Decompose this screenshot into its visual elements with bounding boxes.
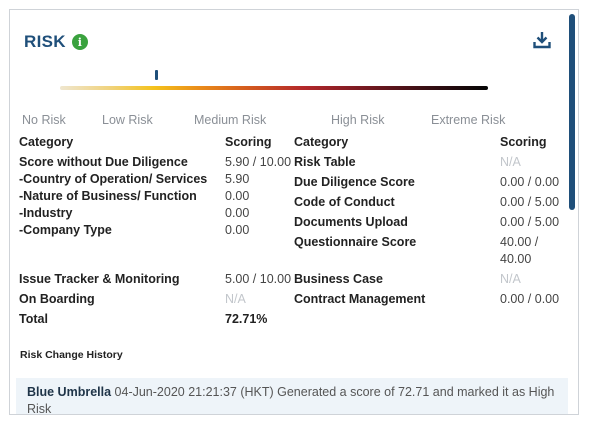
scale-label-medium-risk: Medium Risk bbox=[194, 113, 267, 127]
left-scoring-header: Scoring bbox=[225, 135, 272, 149]
scale-label-low-risk: Low Risk bbox=[102, 113, 153, 127]
row-label-documents-upload: Documents Upload bbox=[294, 215, 408, 229]
row-value-questionnaire: 40.00 / bbox=[500, 235, 539, 249]
row-label-business-case: Business Case bbox=[294, 272, 383, 286]
row-label-company-type: -Company Type bbox=[19, 223, 112, 237]
row-value-score-without-dd: 5.90 / 10.00 bbox=[225, 155, 292, 169]
row-value-code-of-conduct: 0.00 / 5.00 bbox=[500, 195, 560, 209]
risk-change-history-title: Risk Change History bbox=[20, 349, 123, 361]
row-value-documents-upload: 0.00 / 5.00 bbox=[500, 215, 560, 229]
row-value-contract-management: 0.00 / 0.00 bbox=[500, 292, 560, 306]
row-label-total: Total bbox=[19, 312, 48, 326]
risk-level-marker bbox=[155, 70, 159, 80]
scrollbar-track[interactable] bbox=[568, 11, 577, 414]
row-label-industry: -Industry bbox=[19, 206, 73, 220]
risk-scale-labels: No Risk Low Risk Medium Risk High Risk E… bbox=[10, 113, 570, 129]
panel-title: RISK bbox=[24, 32, 66, 51]
row-label-on-boarding: On Boarding bbox=[19, 292, 95, 306]
row-label-contract-management: Contract Management bbox=[294, 292, 426, 306]
right-scoring-header: Scoring bbox=[500, 135, 547, 149]
row-value-company-type: 0.00 bbox=[225, 223, 250, 237]
risk-panel: RISK i No Risk Low Risk Medium Risk High… bbox=[9, 9, 579, 415]
row-label-questionnaire: Questionnaire Score bbox=[294, 235, 417, 249]
scale-label-high-risk: High Risk bbox=[331, 113, 385, 127]
row-value-dd-score: 0.00 / 0.00 bbox=[500, 175, 560, 189]
row-label-risk-table: Risk Table bbox=[294, 155, 356, 169]
scale-label-extreme-risk: Extreme Risk bbox=[431, 113, 506, 127]
info-icon[interactable]: i bbox=[71, 34, 88, 50]
row-value-issue-tracker: 5.00 / 10.00 bbox=[225, 272, 292, 286]
row-value-industry: 0.00 bbox=[225, 206, 250, 220]
row-label-score-without-dd: Score without Due Diligence bbox=[19, 155, 188, 169]
row-value-business-case: N/A bbox=[500, 272, 521, 286]
history-entry: Blue Umbrella 04-Jun-2020 21:21:37 (HKT)… bbox=[16, 378, 568, 414]
left-category-header: Category bbox=[19, 135, 74, 149]
row-value-questionnaire-line2: 40.00 bbox=[500, 252, 532, 266]
scrollbar-thumb[interactable] bbox=[569, 14, 575, 210]
row-label-code-of-conduct: Code of Conduct bbox=[294, 195, 395, 209]
risk-gauge bbox=[60, 70, 488, 94]
row-value-country: 5.90 bbox=[225, 172, 250, 186]
scale-label-no-risk: No Risk bbox=[22, 113, 66, 127]
history-user[interactable]: Blue Umbrella bbox=[27, 385, 111, 399]
right-category-header: Category bbox=[294, 135, 349, 149]
risk-gradient-bar bbox=[60, 86, 488, 90]
row-value-nature: 0.00 bbox=[225, 189, 250, 203]
row-label-issue-tracker: Issue Tracker & Monitoring bbox=[19, 272, 180, 286]
row-label-nature: -Nature of Business/ Function bbox=[19, 189, 197, 203]
row-label-dd-score: Due Diligence Score bbox=[294, 175, 415, 189]
row-value-total: 72.71% bbox=[225, 312, 268, 326]
row-value-on-boarding: N/A bbox=[225, 292, 246, 306]
download-icon[interactable] bbox=[532, 30, 552, 50]
row-value-risk-table: N/A bbox=[500, 155, 521, 169]
risk-header: RISK i bbox=[24, 32, 88, 52]
row-label-country: -Country of Operation/ Services bbox=[19, 172, 208, 186]
